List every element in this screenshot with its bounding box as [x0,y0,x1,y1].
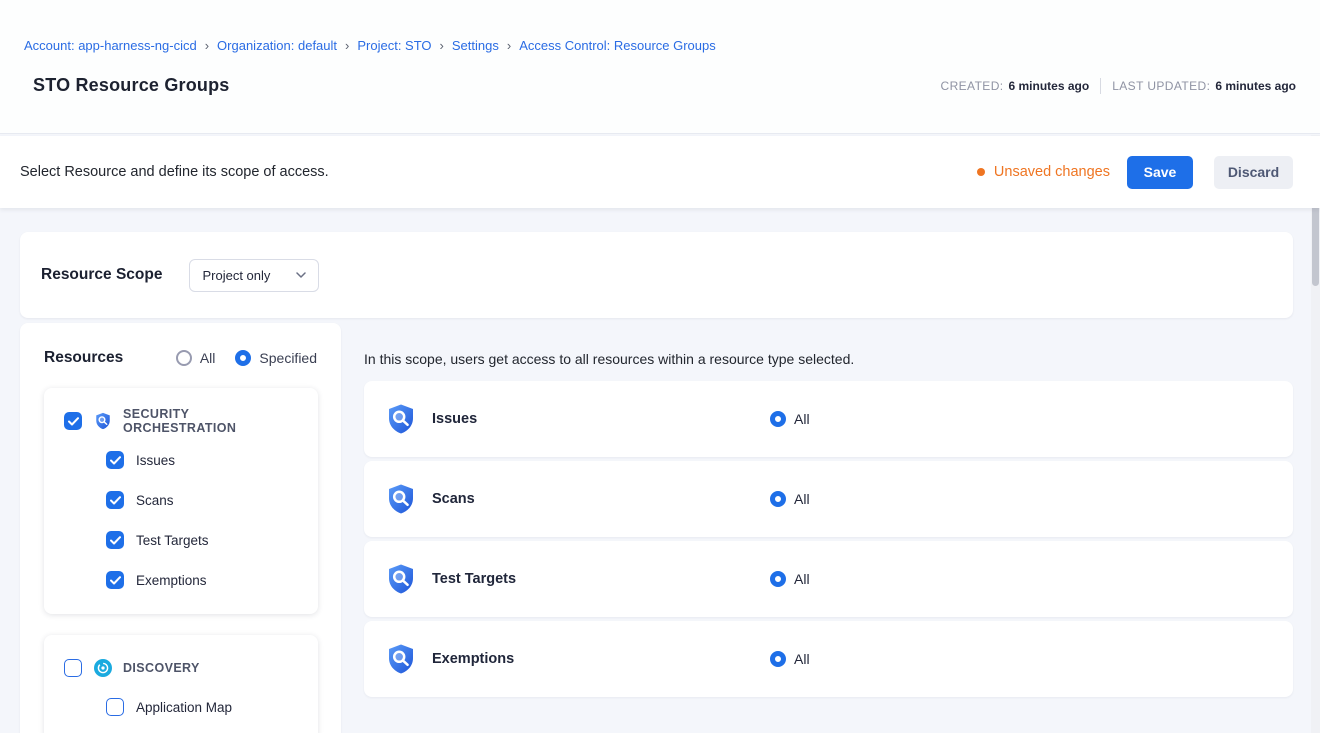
created-value: 6 minutes ago [1009,79,1090,93]
breadcrumb-separator-icon: › [205,38,209,53]
access-label: All [794,411,810,427]
group-label: DISCOVERY [123,661,200,675]
item-label: Test Targets [136,533,209,548]
discard-button[interactable]: Discard [1214,156,1293,189]
check-icon [68,417,79,426]
breadcrumb-link-4[interactable]: Access Control: Resource Groups [519,38,716,53]
access-radio[interactable] [770,411,786,427]
item-checkbox[interactable] [106,571,124,589]
group-item: Application Map [44,687,318,727]
access-radio-option[interactable]: All [770,491,810,507]
resource-group-card: DISCOVERY Application Map [44,635,318,733]
check-icon [110,456,121,465]
radio-option-label: All [200,350,216,366]
item-label: Application Map [136,700,232,715]
access-radio[interactable] [770,571,786,587]
updated-value: 6 minutes ago [1215,79,1296,93]
item-checkbox[interactable] [106,451,124,469]
sto-shield-icon [94,412,112,430]
unsaved-changes-status: Unsaved changes [977,164,1110,180]
page-title: STO Resource Groups [33,75,230,96]
item-label: Scans [136,493,174,508]
resources-title: Resources [44,349,123,367]
breadcrumb-link-3[interactable]: Settings [452,38,499,53]
access-label: All [794,491,810,507]
access-radio-option[interactable]: All [770,651,810,667]
resource-group-card: SECURITY ORCHESTRATION Issues Scans Test… [44,388,318,614]
breadcrumb: Account: app-harness-ng-cicd › Organizatio… [24,0,1296,53]
toolbar-description: Select Resource and define its scope of … [20,164,329,180]
access-radio[interactable] [770,651,786,667]
discovery-icon [94,659,112,677]
sto-shield-icon [385,483,417,515]
resources-groups: SECURITY ORCHESTRATION Issues Scans Test… [20,388,341,733]
item-checkbox[interactable] [106,531,124,549]
save-button[interactable]: Save [1127,156,1193,189]
radio-all[interactable] [176,350,192,366]
resource-rows: Issues All Scans All Test Targets All [364,381,1293,697]
access-label: All [794,571,810,587]
sto-shield-icon [385,563,417,595]
updated-label: LAST UPDATED: [1112,79,1210,93]
resource-scope-card: Resource Scope Project only [20,232,1293,318]
access-radio-option[interactable]: All [770,571,810,587]
group-checkbox[interactable] [64,659,82,677]
breadcrumb-separator-icon: › [507,38,511,53]
resource-row: Issues All [364,381,1293,457]
group-header: DISCOVERY [44,649,318,687]
breadcrumb-separator-icon: › [345,38,349,53]
action-toolbar: Select Resource and define its scope of … [0,136,1320,208]
scope-dropdown-value: Project only [202,268,270,283]
group-label: SECURITY ORCHESTRATION [123,407,302,435]
breadcrumb-link-2[interactable]: Project: STO [357,38,431,53]
group-item: Issues [44,440,318,480]
breadcrumb-link-1[interactable]: Organization: default [217,38,337,53]
main-content: Resource Scope Project only Resources Al… [0,208,1320,733]
resource-row: Exemptions All [364,621,1293,697]
scope-dropdown[interactable]: Project only [189,259,319,292]
sto-shield-icon [385,403,417,435]
group-checkbox[interactable] [64,412,82,430]
check-icon [110,536,121,545]
resource-row-label: Test Targets [432,571,516,587]
group-item: Exemptions [44,560,318,600]
resources-panel: Resources All Specified SECURITY ORCHEST… [20,323,341,733]
check-icon [110,576,121,585]
breadcrumb-separator-icon: › [440,38,444,53]
resources-filter-option-specified[interactable]: Specified [235,350,317,366]
group-item: Scans [44,480,318,520]
radio-specified[interactable] [235,350,251,366]
resource-access-area: In this scope, users get access to all r… [364,323,1293,697]
resources-filter-radios: All Specified [156,350,317,366]
created-label: CREATED: [941,79,1004,93]
radio-option-label: Specified [259,350,317,366]
resources-filter-option-all[interactable]: All [176,350,216,366]
resource-row-label: Issues [432,411,477,427]
resource-row-label: Scans [432,491,475,507]
access-label: All [794,651,810,667]
meta-divider [1100,78,1101,94]
page-header: Account: app-harness-ng-cicd › Organizatio… [0,0,1320,134]
resource-row-label: Exemptions [432,651,514,667]
resource-row: Scans All [364,461,1293,537]
chevron-down-icon [296,272,306,278]
item-label: Exemptions [136,573,207,588]
meta-info: CREATED: 6 minutes ago LAST UPDATED: 6 m… [941,78,1296,94]
sto-shield-icon [385,643,417,675]
group-item: Test Targets [44,520,318,560]
unsaved-label: Unsaved changes [994,164,1110,180]
scope-description: In this scope, users get access to all r… [364,351,1293,368]
access-radio-option[interactable]: All [770,411,810,427]
group-header: SECURITY ORCHESTRATION [44,402,318,440]
access-radio[interactable] [770,491,786,507]
item-label: Issues [136,453,175,468]
resource-row: Test Targets All [364,541,1293,617]
breadcrumb-link-0[interactable]: Account: app-harness-ng-cicd [24,38,197,53]
unsaved-dot-icon [977,168,985,176]
resource-scope-label: Resource Scope [41,266,162,284]
item-checkbox[interactable] [106,698,124,716]
check-icon [110,496,121,505]
item-checkbox[interactable] [106,491,124,509]
